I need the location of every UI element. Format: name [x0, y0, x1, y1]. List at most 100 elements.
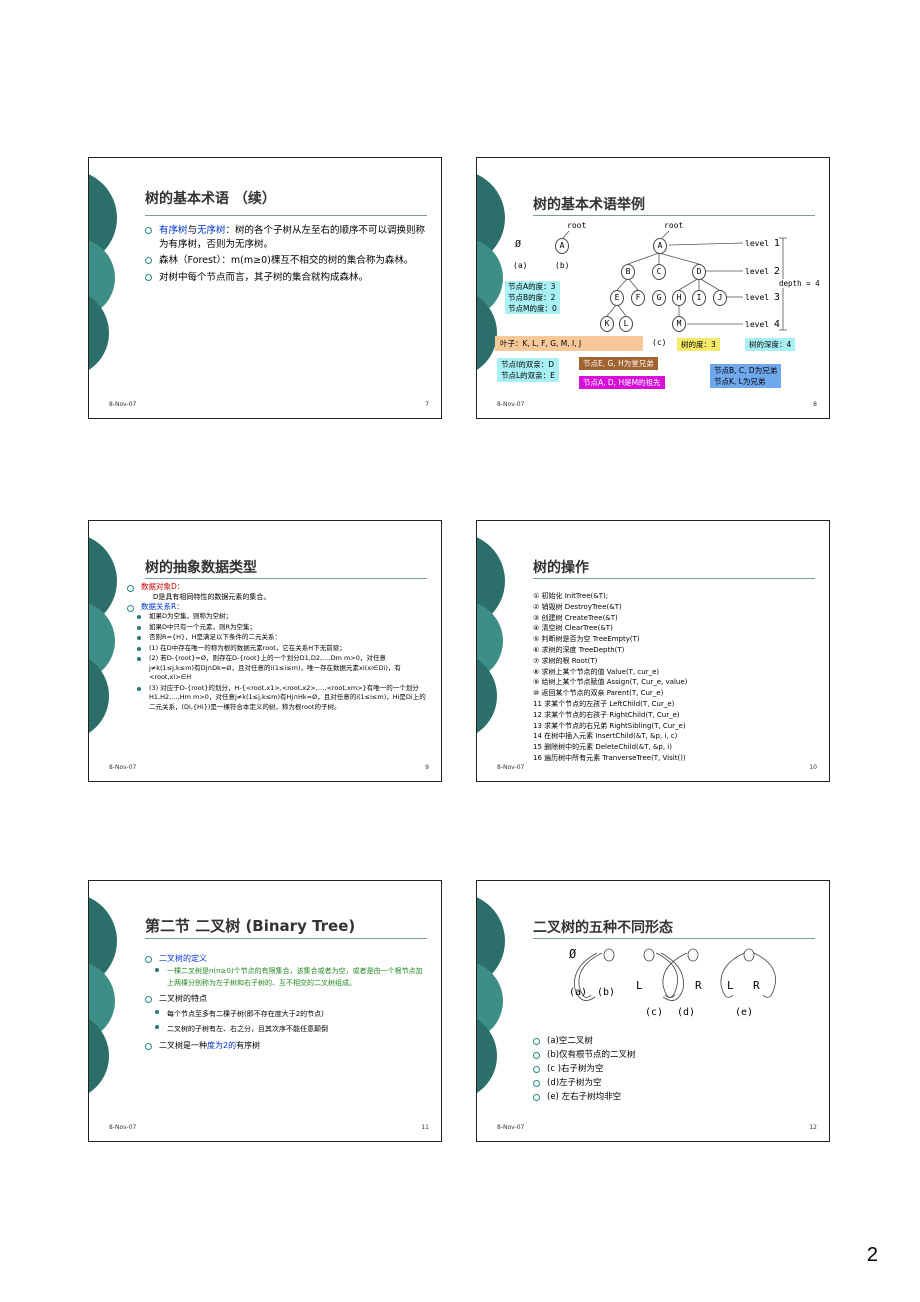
siblings-line: 节点B, C, D为兄弟	[714, 366, 778, 375]
slide-date: 8-Nov-07	[497, 1124, 525, 1131]
sub-bullet: (3) 对应于D-{root}的划分，H-{<root,x1>,<root,x2…	[127, 684, 427, 713]
degree-line: 节点A的度：3	[508, 282, 556, 291]
sub-bullet: 每个节点至多有二棵子树(即不存在度大于2的节点)	[145, 1007, 427, 1021]
caption-c: (c)	[652, 338, 667, 347]
bullet: 二叉树的特点	[145, 993, 427, 1005]
node-right: R	[695, 979, 702, 992]
sub-bullet: (1) 在D中存在唯一的称为根的数据元素root，它在关系H下无前驱；	[127, 644, 427, 654]
level-label: level 4	[745, 319, 780, 330]
slide-decoration	[89, 897, 117, 1093]
slide-date: 8-Nov-07	[497, 401, 525, 408]
tree-node: F	[631, 290, 645, 306]
slide-decoration	[89, 537, 117, 733]
operation-item: ⑨ 给树上某个节点赋值 Assign(T, Cur_e, value)	[533, 678, 688, 687]
slide-number: 10	[809, 764, 817, 771]
bullet-text: 对树中每个节点而言，其子树的集合就构成森林。	[159, 271, 369, 283]
tree-degree-box: 树的度：3	[677, 338, 720, 351]
bullet: (d)左子树为空	[533, 1077, 815, 1089]
ancestor-box: 节点A, D, H是M的祖先	[579, 376, 665, 389]
slide-8: 树的基本术语举例 root root Ø A (a) (b) A B C D E…	[476, 157, 830, 419]
data-object-label: 数据对象D：	[141, 582, 185, 591]
sub-bullet: 一棵二叉树是n(n≥0)个节点的有限集合，该集合或者为空，或者是由一个根节点加上…	[145, 965, 427, 989]
leaves-box: 叶子：K, L, F, G, M, I, J	[495, 336, 643, 351]
tree-node: L	[619, 316, 633, 332]
bullet: 二叉树的定义	[145, 953, 427, 965]
form-caption: (b)	[597, 987, 616, 998]
title-divider	[533, 938, 815, 939]
degree-line: 节点B的度：2	[508, 293, 556, 302]
page-number: 2	[866, 1244, 878, 1266]
slide-12: 二叉树的五种不同形态 Ø L R L R (a) (b) (c) (d) (e)…	[476, 880, 830, 1142]
siblings-box: 节点B, C, D为兄弟 节点K, L为兄弟	[710, 364, 782, 388]
caption-a: (a)	[513, 261, 528, 270]
slide-title: 树的抽象数据类型	[145, 560, 257, 576]
bullet: (b)仅有根节点的二叉树	[533, 1049, 815, 1061]
slide-decoration	[477, 897, 505, 1093]
sub-bullet: 如果D中只有一个元素，则R为空集；	[127, 623, 427, 633]
operation-item: ⑧ 求树上某个节点的值 Value(T, cur_e)	[533, 667, 660, 676]
slide-title: 树的基本术语 （续）	[145, 191, 276, 207]
bullet: (a)空二叉树	[533, 1035, 815, 1047]
slide-decoration	[89, 174, 117, 370]
slide-title: 第二节 二叉树 (Binary Tree)	[145, 917, 356, 935]
form-caption: (c)	[645, 1007, 664, 1018]
operation-item: 13 求某个节点的右兄弟 RightSibling(T, Cur_e)	[533, 721, 686, 730]
slide-number: 11	[421, 1124, 429, 1131]
level-num: 3	[773, 292, 780, 303]
tree-depth-box: 树的深度：4	[745, 338, 796, 351]
slide-date: 8-Nov-07	[109, 401, 137, 408]
title-divider	[145, 938, 427, 939]
slide-date: 8-Nov-07	[497, 764, 525, 771]
level-num: 2	[773, 266, 780, 277]
tree-node: M	[672, 316, 686, 332]
tree-node: A	[653, 238, 667, 254]
bullet: 二叉树是一种度为2的有序树	[145, 1040, 427, 1052]
statement-emphasis: 度为2的	[207, 1041, 237, 1050]
slide-decoration	[477, 537, 505, 733]
level-word: level	[745, 320, 770, 329]
degree-box: 节点A的度：3 节点B的度：2 节点M的度：0	[505, 281, 560, 314]
bullet: 数据关系R：	[127, 602, 427, 612]
level-word: level	[745, 267, 770, 276]
level-word: level	[745, 293, 770, 302]
operation-item: 12 求某个节点的右孩子 RightChild(T, Cur_e)	[533, 710, 680, 719]
tree-node: A	[555, 238, 569, 254]
slide-11: 第二节 二叉树 (Binary Tree) 二叉树的定义 一棵二叉树是n(n≥0…	[88, 880, 442, 1142]
title-divider	[533, 578, 815, 579]
data-object-text: D是具有相同特性的数据元素的集合。	[153, 593, 271, 601]
data-relation-label: 数据关系R：	[141, 602, 184, 611]
tree-node: D	[692, 264, 706, 280]
slide-body: (a)空二叉树 (b)仅有根节点的二叉树 (c )右子树为空 (d)左子树为空 …	[533, 1035, 815, 1105]
cousins-box: 节点E, G, H为堂兄弟	[579, 357, 658, 370]
sub-bullet: 如果D为空集，则称为空树；	[127, 612, 427, 622]
tree-node: E	[610, 290, 624, 306]
operation-item: 14 在树中插入元素 InsertChild(&T, &p, i, c)	[533, 732, 678, 741]
degree-line: 节点M的度：0	[508, 304, 557, 313]
statement-part: 二叉树是一种	[159, 1041, 207, 1050]
definition-label: 二叉树的定义	[159, 954, 207, 963]
form-caption: (e)	[735, 1007, 754, 1018]
bullet: 有序树与无序树：树的各个子树从左至右的顺序不可以调换则称为有序树，否则为无序树。	[145, 224, 427, 251]
operation-item: 11 求某个节点的左孩子 LeftChild(T, Cur_e)	[533, 699, 675, 708]
node-left: L	[636, 979, 643, 992]
parent-box: 节点I的双亲：D 节点L的双亲：E	[497, 358, 559, 382]
slide-body: 有序树与无序树：树的各个子树从左至右的顺序不可以调换则称为有序树，否则为无序树。…	[145, 224, 427, 287]
tree-node: G	[652, 290, 666, 306]
root-label: root	[664, 221, 684, 230]
operation-item: ① 初始化 InitTree(&T);	[533, 592, 609, 600]
slide-title: 树的操作	[533, 560, 589, 576]
bullet: 数据对象D：	[127, 582, 427, 592]
operation-item: ⑩ 返回某个节点的双亲 Parent(T, Cur_e)	[533, 689, 664, 698]
operation-item: ⑤ 判断树是否为空 TreeEmpty(T)	[533, 635, 640, 644]
root-label: root	[567, 221, 587, 230]
tree-node: I	[692, 290, 706, 306]
bullet-text: 森林（Forest）：m(m≥0)棵互不相交的树的集合称为森林。	[159, 255, 414, 266]
node-left: L	[727, 979, 734, 992]
level-label: level 2	[745, 266, 780, 277]
operation-item: ② 销毁树 DestroyTree(&T)	[533, 602, 622, 611]
slide-date: 8-Nov-07	[109, 764, 137, 771]
sub-bullet: (2) 若D-{root}=Ø，则存在D-{root}上的一个划分D1,D2,……	[127, 654, 427, 683]
title-divider	[145, 215, 427, 216]
features-label: 二叉树的特点	[159, 994, 207, 1003]
tree-node: K	[600, 316, 614, 332]
